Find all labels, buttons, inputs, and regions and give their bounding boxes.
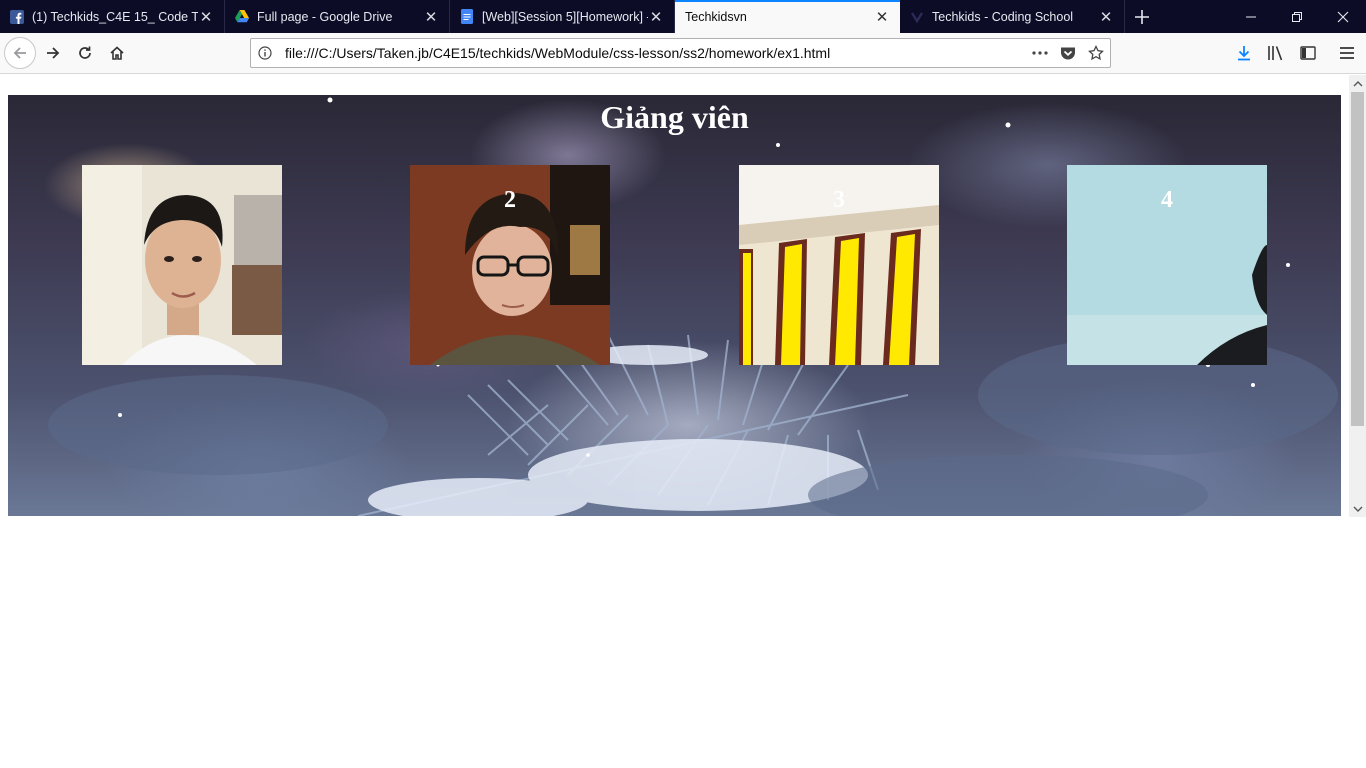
library-icon — [1268, 46, 1283, 61]
tab-google-drive[interactable]: Full page - Google Drive ✕ — [225, 0, 450, 33]
close-icon[interactable]: ✕ — [423, 8, 439, 26]
tab-google-docs[interactable]: [Web][Session 5][Homework] - ✕ — [450, 0, 675, 33]
arrow-right-icon — [47, 47, 60, 59]
page-viewport: Giảng viên 2 3 4 — [0, 75, 1349, 768]
close-icon[interactable]: ✕ — [1098, 8, 1114, 26]
sidebar-icon — [1300, 46, 1316, 60]
tab-title: (1) Techkids_C4E 15_ Code The — [32, 9, 198, 24]
library-button[interactable] — [1260, 37, 1292, 69]
menu-button[interactable] — [1331, 37, 1363, 69]
tab-title: Full page - Google Drive — [257, 9, 393, 24]
url-text[interactable]: file:///C:/Users/Taken.jb/C4E15/techkids… — [279, 45, 1026, 61]
plus-icon — [1135, 9, 1149, 24]
instructor-photo — [82, 165, 282, 365]
new-tab-button[interactable] — [1125, 0, 1159, 33]
page-title: Giảng viên — [600, 99, 749, 135]
tab-techkids-coding-school[interactable]: Techkids - Coding School ✕ — [900, 0, 1125, 33]
home-icon — [110, 46, 124, 60]
reload-icon — [79, 46, 91, 59]
tab-techkidsvn[interactable]: Techkidsvn ✕ — [675, 0, 900, 33]
address-bar[interactable]: file:///C:/Users/Taken.jb/C4E15/techkids… — [250, 38, 1111, 68]
downloads-button[interactable] — [1228, 37, 1260, 69]
download-icon — [1238, 46, 1250, 61]
google-drive-icon — [235, 10, 249, 24]
facebook-icon — [10, 9, 24, 24]
restore-button[interactable] — [1274, 0, 1320, 33]
tab-strip: (1) Techkids_C4E 15_ Code The ✕ Full pag… — [0, 0, 1366, 33]
techkids-icon — [910, 10, 924, 24]
page-actions-icon[interactable] — [1026, 39, 1054, 67]
instructor-number: 4 — [1161, 187, 1173, 213]
instructors-banner: Giảng viên 2 3 4 — [8, 95, 1341, 516]
close-icon[interactable]: ✕ — [874, 8, 890, 26]
reload-button[interactable] — [69, 37, 101, 69]
tab-facebook[interactable]: (1) Techkids_C4E 15_ Code The ✕ — [0, 0, 225, 33]
tab-title: Techkidsvn — [685, 9, 747, 24]
back-button[interactable] — [4, 37, 36, 69]
forward-button[interactable] — [37, 37, 69, 69]
google-docs-icon — [460, 9, 474, 24]
minimize-button[interactable] — [1228, 0, 1274, 33]
arrow-left-icon — [13, 47, 26, 59]
minimize-icon — [1246, 16, 1256, 17]
instructor-number: 3 — [833, 187, 845, 213]
sidebar-button[interactable] — [1292, 37, 1324, 69]
info-icon[interactable] — [251, 39, 279, 67]
scrollbar-thumb[interactable] — [1351, 92, 1364, 426]
close-icon[interactable]: ✕ — [648, 8, 664, 26]
vertical-scrollbar[interactable] — [1349, 75, 1366, 517]
instructor-card-2: 2 — [410, 165, 610, 365]
instructor-card-1 — [82, 165, 282, 365]
instructor-number: 2 — [504, 187, 516, 213]
instructor-card-3: 3 — [739, 165, 939, 365]
scroll-down-icon[interactable] — [1349, 500, 1366, 517]
restore-icon — [1292, 11, 1302, 22]
tab-title: Techkids - Coding School — [932, 9, 1074, 24]
scroll-up-icon[interactable] — [1349, 75, 1366, 92]
hamburger-menu-icon — [1340, 47, 1354, 59]
bookmark-star-icon[interactable] — [1082, 39, 1110, 67]
close-icon — [1337, 11, 1349, 22]
close-window-button[interactable] — [1320, 0, 1366, 33]
tab-title: [Web][Session 5][Homework] - — [482, 9, 648, 24]
home-button[interactable] — [101, 37, 133, 69]
pocket-icon[interactable] — [1054, 39, 1082, 67]
close-icon[interactable]: ✕ — [198, 8, 214, 26]
navigation-toolbar: file:///C:/Users/Taken.jb/C4E15/techkids… — [0, 33, 1366, 74]
instructor-card-4: 4 — [1067, 165, 1267, 365]
